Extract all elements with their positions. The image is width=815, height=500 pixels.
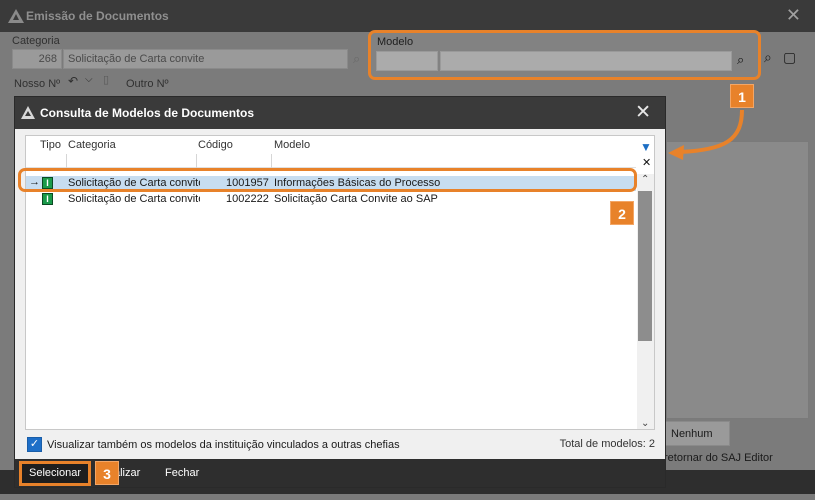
filter-separator — [66, 154, 67, 168]
total-models-label: Total de modelos: 2 — [559, 438, 655, 450]
col-header-categoria[interactable]: Categoria — [68, 139, 116, 151]
table-row[interactable]: I Solicitação de Carta convite 1002222 S… — [26, 192, 636, 207]
modelo-label: Modelo — [377, 36, 414, 48]
step-badge-3: 3 — [95, 461, 119, 485]
categoria-label: Categoria — [12, 35, 60, 47]
main-window-titlebar: Emissão de Documentos ✕ — [0, 0, 815, 32]
tipo-icon: I — [42, 193, 53, 205]
categoria-value-field[interactable]: Solicitação de Carta convite — [63, 49, 348, 69]
checkbox-label: Visualizar também os modelos da institui… — [47, 439, 400, 451]
modelo-code-field[interactable] — [376, 51, 438, 71]
clear-filter-icon[interactable]: ✕ — [642, 156, 651, 169]
document-icon[interactable]: ▯ — [103, 73, 109, 86]
filter-row[interactable] — [26, 154, 636, 168]
step-badge-2: 2 — [610, 201, 634, 225]
row-modelo: Solicitação Carta Convite ao SAP — [274, 193, 438, 205]
row-categoria: Solicitação de Carta convite — [68, 193, 200, 205]
main-window-title: Emissão de Documentos — [26, 9, 169, 23]
modelo-value-field[interactable] — [440, 51, 732, 71]
preview-panel — [666, 141, 809, 419]
filter-separator — [271, 154, 272, 168]
scroll-up-icon[interactable]: ⌃ — [641, 174, 649, 185]
dialog-button-bar: Selecionar alizar Fechar 3 — [15, 459, 665, 487]
scroll-down-icon[interactable]: ⌄ — [641, 418, 649, 429]
vertical-scrollbar[interactable]: ⌃ ⌄ — [637, 174, 654, 429]
dialog-logo-icon — [21, 106, 35, 119]
filter-icon[interactable]: ▼ — [640, 140, 652, 154]
main-close-icon[interactable]: ✕ — [786, 5, 801, 26]
row-highlight — [18, 168, 637, 192]
col-header-modelo[interactable]: Modelo — [274, 139, 310, 151]
edit-document-icon[interactable]: ⌕ — [764, 49, 772, 66]
col-header-codigo[interactable]: Código — [198, 139, 233, 151]
chevron-down-icon[interactable]: ⌵ — [85, 74, 93, 85]
row-codigo: 1002222 — [226, 193, 269, 205]
col-header-tipo[interactable]: Tipo — [40, 139, 61, 151]
retornar-label: retornar do SAJ Editor — [664, 452, 773, 464]
check-icon[interactable]: ✓ — [27, 437, 42, 452]
dialog-title: Consulta de Modelos de Documentos — [40, 106, 255, 120]
app-logo-icon — [8, 9, 24, 23]
filter-separator — [196, 154, 197, 168]
categoria-code-field[interactable]: 268 — [12, 49, 62, 69]
modelo-search-icon[interactable]: ⌕ — [737, 52, 744, 68]
consulta-modelos-dialog: Consulta de Modelos de Documentos ✕ Tipo… — [14, 96, 666, 488]
scroll-thumb[interactable] — [638, 191, 652, 341]
outro-numero-label: Outro Nº — [126, 78, 169, 90]
dialog-titlebar: Consulta de Modelos de Documentos ✕ — [15, 97, 665, 129]
dialog-close-icon[interactable]: ✕ — [635, 101, 651, 124]
view-document-icon[interactable]: ▢ — [783, 49, 796, 66]
selecionar-button[interactable]: Selecionar — [19, 461, 91, 486]
step-badge-1: 1 — [730, 84, 754, 108]
categoria-search-icon[interactable]: ⌕ — [353, 51, 360, 67]
fechar-button[interactable]: Fechar — [165, 467, 199, 479]
modelo-highlight: Modelo ⌕ — [368, 30, 761, 80]
nosso-numero-label: Nosso Nº — [14, 78, 61, 90]
nenhum-button[interactable]: Nenhum — [662, 421, 730, 446]
undo-icon[interactable]: ↶ — [68, 74, 78, 88]
